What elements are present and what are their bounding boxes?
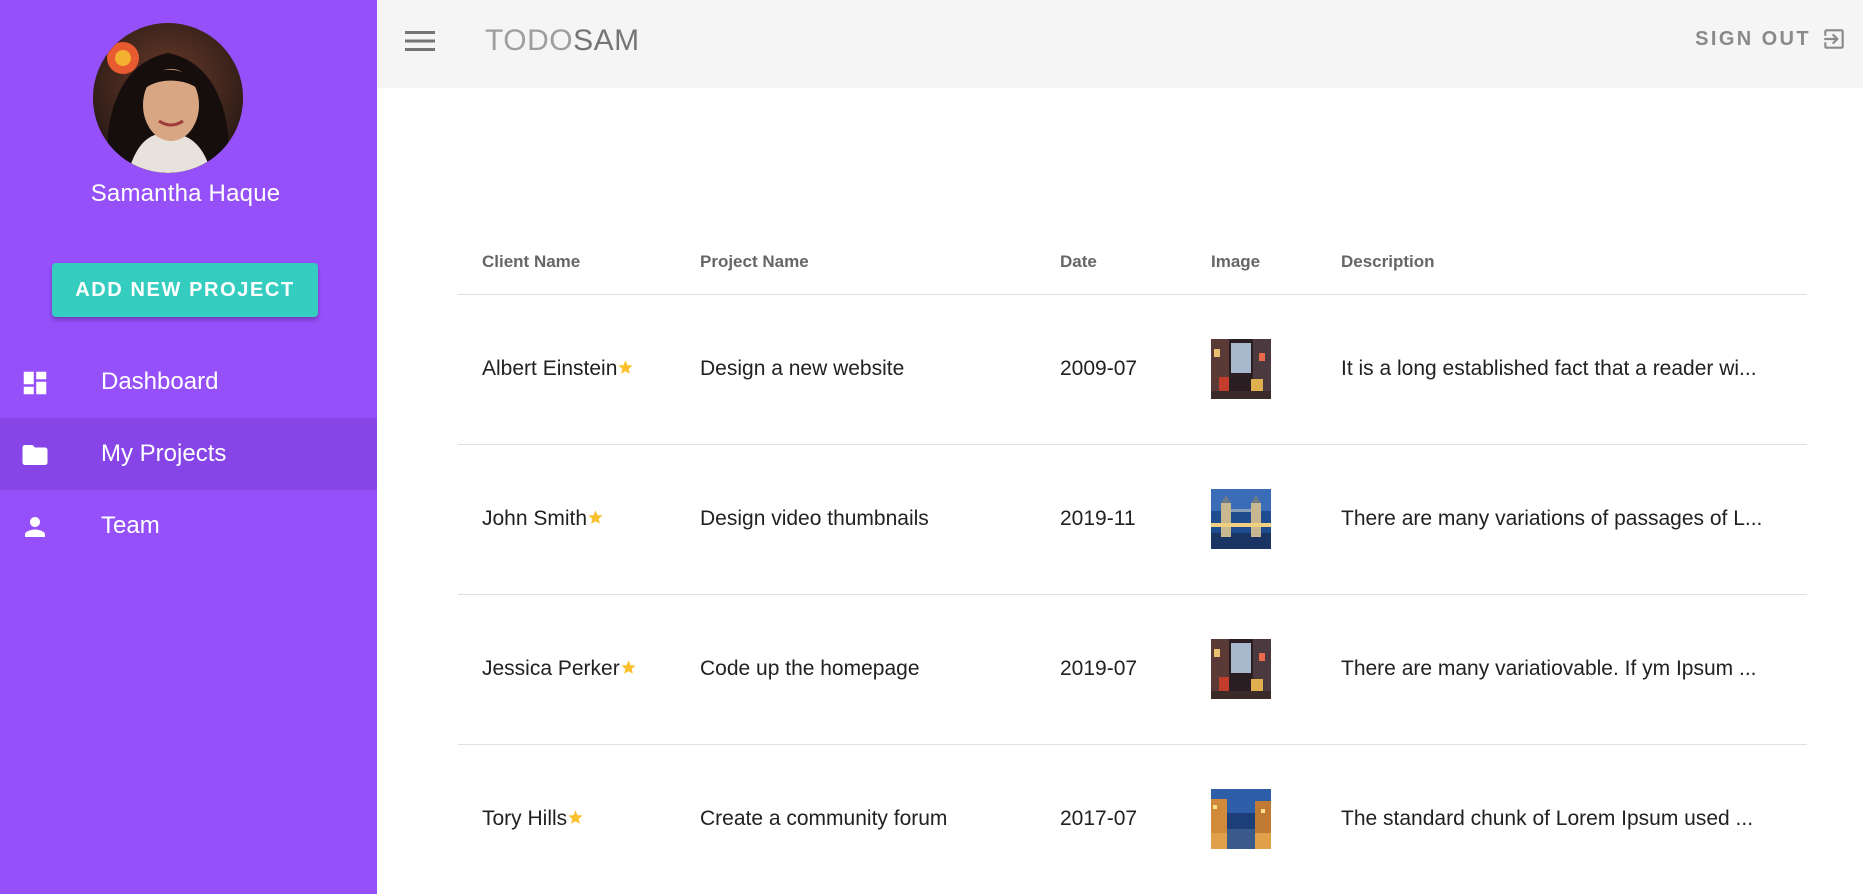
- client-cell: John Smith: [458, 444, 700, 595]
- column-header-date[interactable]: Date: [1060, 225, 1211, 295]
- client-name: Tory Hills: [482, 807, 568, 830]
- sidebar-item-label: Team: [101, 512, 160, 539]
- table-row[interactable]: Tory Hills Create a community forum 2017…: [458, 744, 1807, 894]
- sidebar-item-label: My Projects: [101, 440, 227, 467]
- project-name: Design a new website: [700, 294, 1060, 445]
- person-icon: [20, 512, 50, 542]
- table-row[interactable]: Albert Einstein Design a new website 200…: [458, 294, 1807, 445]
- column-header-image: Image: [1211, 225, 1341, 295]
- top-app-bar: TODOSAM SIGN OUT: [377, 0, 1863, 88]
- sidebar-item-label: Dashboard: [101, 368, 219, 395]
- project-name: Code up the homepage: [700, 594, 1060, 745]
- city-street-thumbnail[interactable]: [1211, 339, 1271, 399]
- projects-table-container: Client Name Project Name Date Image Desc…: [458, 225, 1807, 894]
- app-title: TODOSAM: [485, 24, 640, 58]
- sidebar: Samantha Haque ADD NEW PROJECT Dashboard…: [0, 0, 377, 894]
- star-icon[interactable]: [587, 509, 604, 526]
- client-cell: Albert Einstein: [458, 294, 700, 445]
- project-name: Create a community forum: [700, 744, 1060, 894]
- star-icon[interactable]: [617, 359, 634, 376]
- dashboard-icon: [20, 368, 50, 398]
- client-name: Albert Einstein: [482, 357, 618, 380]
- sign-out-button[interactable]: SIGN OUT: [1695, 26, 1847, 52]
- project-description: There are many variations of passages of…: [1341, 444, 1807, 595]
- image-cell: [1211, 444, 1341, 595]
- project-date: 2017-07: [1060, 744, 1211, 894]
- sidebar-nav: Dashboard My Projects Team: [0, 346, 377, 562]
- city-street-thumbnail[interactable]: [1211, 639, 1271, 699]
- projects-table: Client Name Project Name Date Image Desc…: [458, 225, 1807, 894]
- project-date: 2019-11: [1060, 444, 1211, 595]
- sidebar-item-team[interactable]: Team: [0, 490, 377, 562]
- client-name: Jessica Perker: [482, 657, 620, 680]
- table-row[interactable]: John Smith Design video thumbnails 2019-…: [458, 444, 1807, 595]
- sign-out-label: SIGN OUT: [1695, 27, 1811, 50]
- folder-icon: [20, 440, 50, 470]
- sidebar-item-my-projects[interactable]: My Projects: [0, 418, 377, 490]
- canal-city-thumbnail[interactable]: [1211, 789, 1271, 849]
- user-avatar[interactable]: [93, 23, 243, 173]
- column-header-project[interactable]: Project Name: [700, 225, 1060, 295]
- client-cell: Tory Hills: [458, 744, 700, 894]
- project-description: The standard chunk of Lorem Ipsum used .…: [1341, 744, 1807, 894]
- column-header-description: Description: [1341, 225, 1807, 295]
- add-new-project-button[interactable]: ADD NEW PROJECT: [52, 263, 318, 317]
- client-cell: Jessica Perker: [458, 594, 700, 745]
- project-description: It is a long established fact that a rea…: [1341, 294, 1807, 445]
- exit-icon: [1821, 26, 1847, 52]
- project-date: 2019-07: [1060, 594, 1211, 745]
- menu-icon[interactable]: [405, 28, 435, 54]
- user-name: Samantha Haque: [90, 180, 281, 207]
- project-date: 2009-07: [1060, 294, 1211, 445]
- star-icon[interactable]: [620, 659, 637, 676]
- star-icon[interactable]: [567, 809, 584, 826]
- app-title-part1: TODO: [485, 24, 574, 57]
- project-description: There are many variatiovable. If ym Ipsu…: [1341, 594, 1807, 745]
- project-name: Design video thumbnails: [700, 444, 1060, 595]
- table-header-row: Client Name Project Name Date Image Desc…: [458, 225, 1807, 295]
- tower-bridge-thumbnail[interactable]: [1211, 489, 1271, 549]
- image-cell: [1211, 294, 1341, 445]
- client-name: John Smith: [482, 507, 588, 530]
- sidebar-item-dashboard[interactable]: Dashboard: [0, 346, 377, 418]
- table-row[interactable]: Jessica Perker Code up the homepage 2019…: [458, 594, 1807, 745]
- image-cell: [1211, 594, 1341, 745]
- column-header-client[interactable]: Client Name: [458, 225, 700, 295]
- app-title-part2: SAM: [573, 24, 640, 57]
- image-cell: [1211, 744, 1341, 894]
